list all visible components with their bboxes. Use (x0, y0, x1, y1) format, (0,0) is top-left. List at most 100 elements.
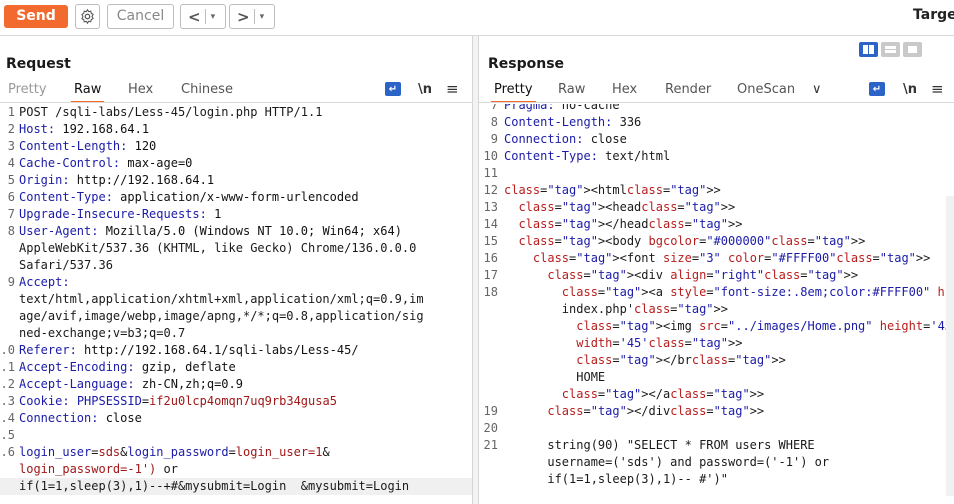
response-line[interactable]: username=('sds') and password=('-1') or (479, 454, 954, 471)
response-line[interactable]: 14 class="tag"></headclass="tag">> (479, 216, 954, 233)
response-line[interactable]: 21 string(90) "SELECT * FROM users WHERE (479, 437, 954, 454)
request-line[interactable]: ned-exchange;v=b3;q=0.7 (0, 325, 472, 342)
target-label[interactable]: Targe (913, 7, 954, 23)
request-line[interactable]: .6 login_user=sds&login_password=login_us… (0, 444, 472, 461)
line-number: 7 (7, 207, 15, 221)
response-line[interactable]: 19 class="tag"></divclass="tag">> (479, 403, 954, 420)
response-line[interactable]: width='45'class="tag">> (479, 335, 954, 352)
line-text: Origin: http://192.168.64.1 (19, 173, 215, 187)
line-number: 2 (7, 122, 15, 136)
menu-icon[interactable]: ≡ (446, 80, 459, 98)
response-line[interactable]: if(1=1,sleep(3),1)-- #')" (479, 471, 954, 488)
wrap-toggle[interactable]: ↵ (869, 82, 885, 96)
line-text: text/html,application/xhtml+xml,applicat… (19, 292, 424, 306)
tab-raw[interactable]: Raw (70, 82, 105, 103)
tabs-dropdown-icon[interactable]: ∨ (812, 82, 822, 97)
request-line[interactable]: login_password=-1') or (0, 461, 472, 478)
line-text: Pragma: no-cache (504, 104, 620, 112)
request-line[interactable]: Safari/537.36 (0, 257, 472, 274)
line-number: 8 (490, 115, 498, 129)
line-text: Content-Length: 336 (504, 115, 642, 129)
request-line[interactable]: .5 (0, 427, 472, 444)
request-line[interactable]: .3 Cookie: PHPSESSID=if2u0lcp4omqn7uq9rb3… (0, 393, 472, 410)
response-line[interactable]: 13 class="tag"><headclass="tag">> (479, 199, 954, 216)
request-line[interactable]: 2 Host: 192.168.64.1 (0, 121, 472, 138)
request-line[interactable]: .0 Referer: http://192.168.64.1/sqli-labs… (0, 342, 472, 359)
back-nav[interactable]: < ▾ (180, 4, 226, 29)
request-line[interactable]: age/avif,image/webp,image/apng,*/*;q=0.8… (0, 308, 472, 325)
request-line[interactable]: 7 Upgrade-Insecure-Requests: 1 (0, 206, 472, 223)
line-number: 16 (483, 251, 498, 265)
request-line[interactable]: 6 Content-Type: application/x-www-form-ur… (0, 189, 472, 206)
line-text: login_password=-1') or (19, 462, 178, 476)
request-line[interactable]: 9 Accept: (0, 274, 472, 291)
tab-pretty[interactable]: Pretty (491, 82, 536, 103)
tab-hex[interactable]: Hex (612, 82, 637, 97)
response-line[interactable]: 20 (479, 420, 954, 437)
layout-split-icon[interactable] (859, 42, 878, 57)
request-line[interactable]: .2 Accept-Language: zh-CN,zh;q=0.9 (0, 376, 472, 393)
response-line[interactable]: class="tag"></brclass="tag">> (479, 352, 954, 369)
send-button[interactable]: Send (4, 5, 68, 28)
request-line[interactable]: .4 Connection: close (0, 410, 472, 427)
tab-pretty[interactable]: Pretty (8, 82, 47, 97)
layout-single-icon[interactable] (903, 42, 922, 57)
request-editor[interactable]: 1 POST /sqli-labs/Less-45/login.php HTTP/… (0, 104, 472, 504)
response-line[interactable]: class="tag"><img src="../images/Home.png… (479, 318, 954, 335)
tab-hex[interactable]: Hex (128, 82, 153, 97)
top-toolbar: Send Cancel < ▾ > ▾ Targe (0, 0, 954, 36)
tab-onescan[interactable]: OneScan (737, 82, 795, 97)
cancel-button[interactable]: Cancel (107, 4, 174, 29)
response-line[interactable] (479, 488, 954, 504)
forward-dropdown-icon[interactable]: ▾ (255, 12, 270, 22)
response-line[interactable]: index.php'class="tag">> (479, 301, 954, 318)
response-editor[interactable]: 7 Pragma: no-cache 8 Content-Length: 336 9 Co… (479, 104, 954, 504)
request-line[interactable]: 1 POST /sqli-labs/Less-45/login.php HTTP/… (0, 104, 472, 121)
response-line[interactable]: 17 class="tag"><div align="right"class="… (479, 267, 954, 284)
back-arrow-icon[interactable]: < (181, 8, 205, 26)
response-line[interactable]: 16 class="tag"><font size="3" color="#FF… (479, 250, 954, 267)
request-line[interactable]: AppleWebKit/537.36 (KHTML, like Gecko) C… (0, 240, 472, 257)
panel-divider[interactable] (472, 36, 479, 504)
response-panel: Response Pretty Raw Hex Render OneScan ∨… (479, 36, 954, 504)
response-line[interactable]: 10 Content-Type: text/html (479, 148, 954, 165)
tab-render[interactable]: Render (665, 82, 711, 97)
line-text: Referer: http://192.168.64.1/sqli-labs/L… (19, 343, 359, 357)
request-line[interactable]: .1 Accept-Encoding: gzip, deflate (0, 359, 472, 376)
line-text: class="tag"></divclass="tag">> (547, 404, 765, 418)
response-line[interactable]: 15 class="tag"><body bgcolor="#000000"cl… (479, 233, 954, 250)
back-dropdown-icon[interactable]: ▾ (206, 12, 221, 22)
forward-arrow-icon[interactable]: > (230, 8, 254, 26)
layout-switcher (859, 42, 922, 57)
line-text: index.php'class="tag">> (504, 302, 728, 316)
menu-icon[interactable]: ≡ (931, 80, 944, 98)
layout-stacked-icon[interactable] (881, 42, 900, 57)
tab-raw[interactable]: Raw (558, 82, 585, 97)
request-line[interactable]: 4 Cache-Control: max-age=0 (0, 155, 472, 172)
line-text: class="tag"><img src="../images/Home.png… (576, 319, 954, 333)
request-line[interactable]: if(1=1,sleep(3),1)--+#&mysubmit=Login &m… (0, 478, 472, 495)
line-text: Content-Type: application/x-www-form-url… (19, 190, 359, 204)
settings-button[interactable] (75, 4, 100, 29)
line-number: 19 (483, 404, 498, 418)
response-line[interactable]: 8 Content-Length: 336 (479, 114, 954, 131)
request-line[interactable]: text/html,application/xhtml+xml,applicat… (0, 291, 472, 308)
response-line[interactable]: HOME (479, 369, 954, 386)
response-line[interactable]: 11 (479, 165, 954, 182)
line-text: login_user=sds&login_password=login_user… (19, 445, 330, 459)
request-line[interactable]: 8 User-Agent: Mozilla/5.0 (Windows NT 10.… (0, 223, 472, 240)
tab-chinese[interactable]: Chinese (181, 82, 233, 97)
response-line[interactable]: class="tag"></aclass="tag">> (479, 386, 954, 403)
request-line[interactable]: 3 Content-Length: 120 (0, 138, 472, 155)
response-line[interactable]: 7 Pragma: no-cache (479, 104, 954, 114)
response-line[interactable]: 9 Connection: close (479, 131, 954, 148)
request-line[interactable]: 5 Origin: http://192.168.64.1 (0, 172, 472, 189)
response-line[interactable]: 12 class="tag"><htmlclass="tag">> (479, 182, 954, 199)
response-scrollbar[interactable] (946, 196, 954, 496)
wrap-toggle[interactable]: ↵ (385, 82, 401, 96)
forward-nav[interactable]: > ▾ (229, 4, 275, 29)
line-text: class="tag"><headclass="tag">> (518, 200, 736, 214)
response-line[interactable]: 18 class="tag"><a style="font-size:.8em;… (479, 284, 954, 301)
newline-toggle[interactable]: \n (903, 82, 917, 97)
newline-toggle[interactable]: \n (418, 82, 432, 97)
